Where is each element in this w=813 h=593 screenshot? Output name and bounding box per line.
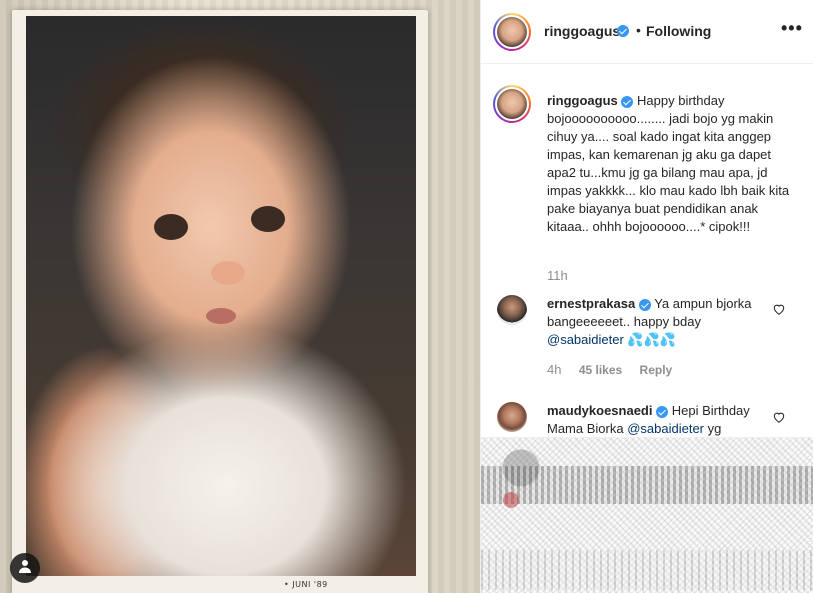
post-side-panel: ringgoagus • Following ••• ringgoagus Ha…	[480, 0, 813, 593]
mention-link[interactable]: @sabaidieter	[547, 332, 624, 347]
obscured-actions-area	[481, 437, 813, 593]
comment-text: maudykoesnaedi Hepi Birthday Mama Biorka…	[547, 402, 775, 437]
user-tag-button[interactable]	[10, 553, 40, 583]
user-tag-icon	[17, 558, 33, 579]
obscured-region	[503, 492, 519, 508]
post-header: ringgoagus • Following •••	[481, 0, 813, 64]
mention-link[interactable]: @sabaidieter	[627, 421, 704, 436]
obscured-region	[481, 466, 813, 504]
comment-text: ernestprakasa Ya ampun bjorka bangeeeeee…	[547, 295, 775, 349]
reply-button[interactable]: Reply	[640, 363, 673, 377]
header-separator-dot: •	[636, 22, 641, 38]
photo-detail	[154, 214, 188, 240]
caption-avatar[interactable]	[493, 85, 531, 123]
post-photo-panel[interactable]: • JUNI '89	[0, 0, 480, 593]
comment-username-link[interactable]: maudykoesnaedi	[547, 403, 653, 418]
photo-detail	[206, 308, 236, 324]
comment-body-trailing: yg	[707, 421, 722, 436]
verified-badge-icon	[638, 298, 651, 311]
header-username-link[interactable]: ringgoagus	[544, 23, 620, 39]
comment-username-link[interactable]: ernestprakasa	[547, 296, 635, 311]
obscured-region	[481, 550, 813, 590]
following-button[interactable]: Following	[646, 23, 711, 39]
comment-meta: 4h 45 likes Reply	[547, 362, 686, 377]
heart-icon[interactable]	[772, 302, 786, 316]
comment-emoji: 💦💦💦	[627, 332, 676, 347]
header-avatar[interactable]	[493, 13, 531, 51]
verified-badge-icon	[617, 25, 629, 37]
photo-detail	[251, 206, 285, 232]
comments-list[interactable]: ringgoagus Happy birthday bojoooooooooo.…	[481, 65, 813, 437]
more-options-icon[interactable]: •••	[781, 18, 803, 39]
comment-likes-count[interactable]: 45 likes	[579, 363, 622, 377]
caption-text: Happy birthday bojoooooooooo........ jad…	[547, 93, 790, 234]
comment-timestamp[interactable]: 4h	[547, 362, 561, 377]
verified-badge-icon	[656, 405, 669, 418]
caption-timestamp[interactable]: 11h	[547, 268, 568, 283]
heart-icon[interactable]	[772, 410, 786, 424]
comment-avatar[interactable]	[497, 402, 527, 432]
photo-print-caption: • JUNI '89	[284, 580, 328, 589]
comment-avatar[interactable]	[497, 295, 527, 325]
caption-username-link[interactable]: ringgoagus	[547, 93, 618, 108]
post-photo[interactable]	[26, 16, 416, 576]
verified-badge-icon	[621, 95, 634, 108]
photo-detail	[211, 261, 245, 285]
post-caption: ringgoagus Happy birthday bojoooooooooo.…	[547, 92, 797, 236]
